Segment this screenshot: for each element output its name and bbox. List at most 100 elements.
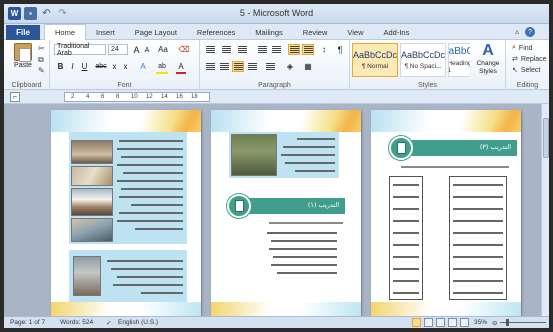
document-area[interactable]: التدريب (١) التدريب (٣): [4, 104, 541, 316]
page-decoration-top: [51, 110, 201, 132]
text-line: [107, 260, 183, 262]
numbering-icon[interactable]: [220, 44, 232, 55]
style-no-spacing[interactable]: AaBbCcDc ¶ No Spaci...: [400, 43, 446, 77]
page-3[interactable]: التدريب (٣): [371, 110, 521, 316]
photo: [71, 188, 113, 216]
ribbon-tabs: File Home Insert Page Layout References …: [4, 23, 549, 41]
paste-button[interactable]: Paste: [10, 43, 36, 77]
tab-page-layout[interactable]: Page Layout: [125, 24, 187, 40]
style-heading-1-sample: AaBbC(: [448, 46, 470, 57]
select-label: Select: [520, 66, 541, 74]
italic-button[interactable]: I: [68, 61, 77, 72]
text-line: [453, 292, 503, 294]
page-decoration-bottom: [51, 302, 201, 316]
full-screen-view-button[interactable]: [424, 318, 433, 327]
proofing-icon[interactable]: ✓: [106, 319, 111, 327]
align-right-icon[interactable]: [232, 61, 244, 72]
text-line: [277, 272, 337, 274]
tab-insert[interactable]: Insert: [86, 24, 125, 40]
find-button[interactable]: ⌕ Find: [512, 44, 533, 52]
text-line: [141, 292, 183, 294]
tab-review[interactable]: Review: [293, 24, 338, 40]
draft-view-button[interactable]: [460, 318, 469, 327]
outline-view-button[interactable]: [448, 318, 457, 327]
word-window: W ▪ ↶ ↷ 5 - Microsoft Word File Home Ins…: [4, 4, 549, 328]
text-line: [117, 164, 183, 166]
style-heading-1[interactable]: AaBbC( Heading 1: [448, 43, 470, 77]
justify-icon[interactable]: [246, 61, 258, 72]
highlight-color-bar: [156, 72, 168, 74]
rtl-direction-icon[interactable]: [302, 44, 314, 55]
align-left-icon[interactable]: [204, 61, 216, 72]
style-normal[interactable]: AaBbCcDc ¶ Normal: [352, 43, 398, 77]
change-styles-button[interactable]: A Change Styles: [471, 42, 505, 82]
text-line: [393, 256, 419, 258]
ruler-number: 16: [176, 94, 183, 100]
font-size-select[interactable]: 24: [108, 44, 128, 55]
horizontal-ruler[interactable]: 2 4 6 8 10 12 14 16 18: [64, 92, 210, 102]
strikethrough-button[interactable]: abc: [94, 61, 108, 72]
scrollbar-thumb[interactable]: [543, 118, 549, 158]
ribbon: Paste ✂ ⧉ ✎ Clipboard Traditional Arab 2…: [4, 40, 549, 90]
tab-mailings[interactable]: Mailings: [245, 24, 293, 40]
find-icon: ⌕: [512, 44, 516, 51]
ruler-toggle-button[interactable]: ⌐: [10, 92, 20, 102]
bullets-icon[interactable]: [204, 44, 216, 55]
select-button[interactable]: ↖ Select: [512, 66, 541, 75]
ltr-direction-icon[interactable]: [288, 44, 300, 55]
highlight-button[interactable]: ab: [156, 61, 168, 72]
superscript-button[interactable]: x: [121, 61, 130, 72]
cut-icon[interactable]: ✂: [38, 44, 45, 53]
tab-file[interactable]: File: [6, 25, 40, 40]
find-label: Find: [518, 44, 533, 52]
minimize-ribbon-icon[interactable]: ▵: [515, 27, 519, 36]
borders-icon[interactable]: ▦: [302, 61, 314, 72]
clear-formatting-icon[interactable]: ⌫: [178, 44, 190, 55]
bold-button[interactable]: B: [56, 61, 65, 72]
underline-button[interactable]: U: [80, 61, 89, 72]
font-color-button[interactable]: A: [176, 61, 186, 72]
ruler-number: 18: [191, 94, 198, 100]
zoom-level[interactable]: 35%: [474, 319, 487, 326]
grow-font-button[interactable]: A: [132, 44, 141, 55]
shrink-font-button[interactable]: A: [143, 45, 151, 56]
increase-indent-icon[interactable]: [270, 44, 282, 55]
ruler-number: 2: [71, 94, 75, 100]
language-indicator[interactable]: English (U.S.): [118, 319, 158, 326]
multilevel-list-icon[interactable]: [236, 44, 248, 55]
decrease-indent-icon[interactable]: [256, 44, 268, 55]
shading-icon[interactable]: ◈: [284, 61, 296, 72]
line-spacing-icon[interactable]: [264, 61, 276, 72]
subscript-button[interactable]: x: [110, 61, 119, 72]
page-count[interactable]: Page: 1 of 7: [10, 319, 45, 326]
exercise-heading-band: التدريب (٣): [395, 140, 517, 156]
text-line: [119, 212, 183, 214]
zoom-out-icon[interactable]: ⊖: [492, 319, 497, 327]
sort-icon[interactable]: ↕: [318, 44, 330, 55]
font-group: Traditional Arab 24 A A Aa ⌫ B I U abc x…: [50, 40, 200, 90]
tab-add-ins[interactable]: Add-Ins: [374, 24, 420, 40]
align-center-icon[interactable]: [218, 61, 230, 72]
text-line: [135, 228, 183, 230]
page-1[interactable]: [51, 110, 201, 316]
replace-button[interactable]: ⇄ Replace: [512, 55, 547, 64]
tab-view[interactable]: View: [337, 24, 373, 40]
page-2[interactable]: التدريب (١): [211, 110, 361, 316]
help-icon[interactable]: ?: [525, 27, 535, 37]
format-painter-icon[interactable]: ✎: [38, 66, 45, 75]
word-count[interactable]: Words: 524: [60, 319, 93, 326]
text-line: [393, 244, 419, 246]
vertical-scrollbar[interactable]: [541, 104, 549, 316]
replace-label: Replace: [520, 55, 547, 63]
copy-icon[interactable]: ⧉: [38, 55, 44, 65]
font-name-select[interactable]: Traditional Arab: [54, 43, 106, 57]
print-layout-view-button[interactable]: [412, 318, 421, 327]
text-effects-button[interactable]: A: [138, 61, 148, 72]
tab-home[interactable]: Home: [44, 23, 87, 41]
text-line: [271, 240, 337, 242]
show-marks-icon[interactable]: ¶: [334, 44, 346, 55]
tab-references[interactable]: References: [187, 24, 245, 40]
change-case-button[interactable]: Aa: [156, 44, 170, 55]
zoom-slider-thumb[interactable]: [506, 319, 509, 326]
web-layout-view-button[interactable]: [436, 318, 445, 327]
